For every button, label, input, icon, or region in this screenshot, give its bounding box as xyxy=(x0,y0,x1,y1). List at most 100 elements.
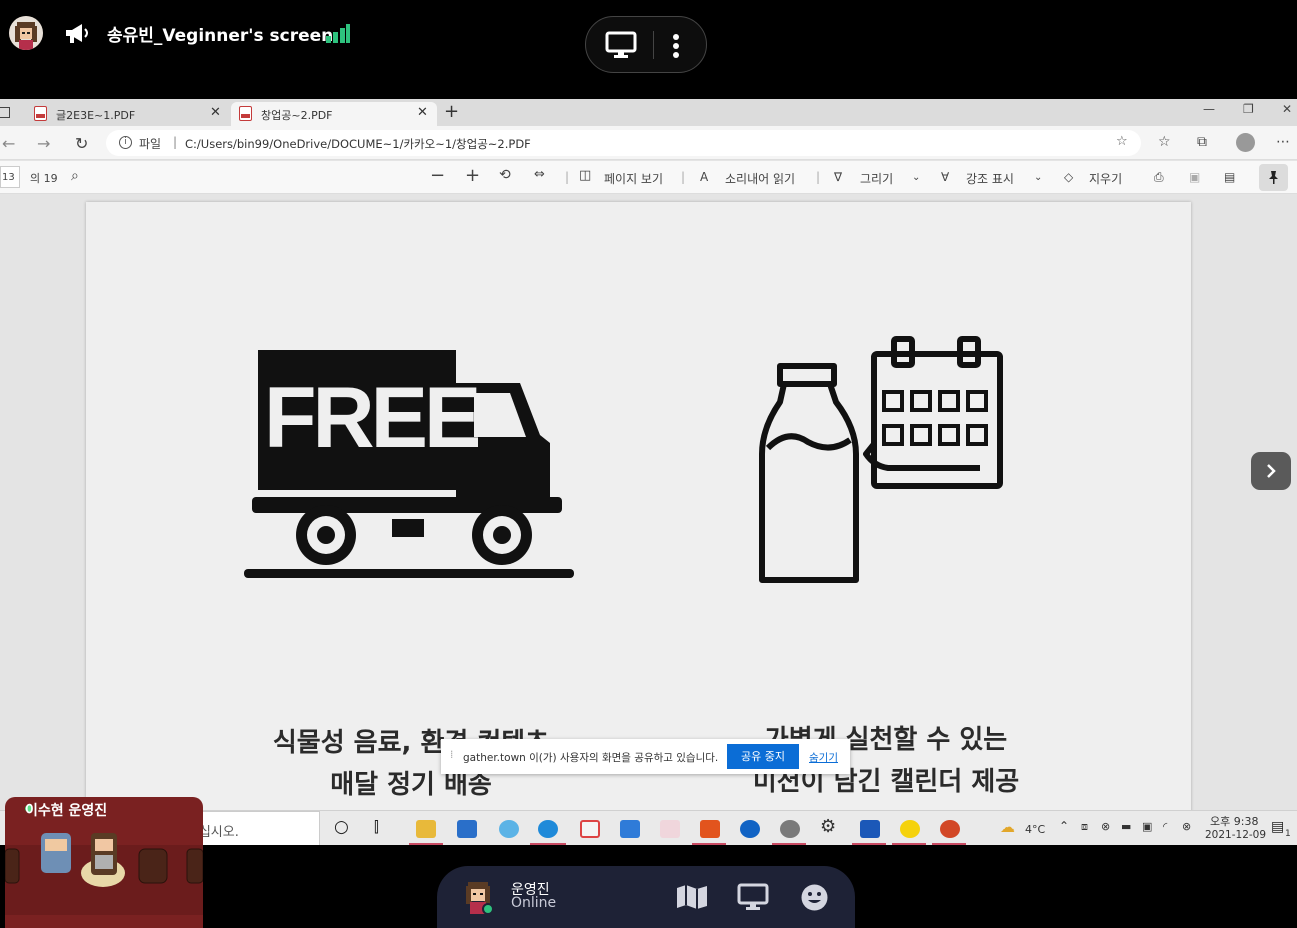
close-tab-icon[interactable]: ✕ xyxy=(417,105,428,120)
notification-icon[interactable]: ▤ xyxy=(1271,819,1284,835)
draw-button[interactable]: 그리기 xyxy=(860,170,893,187)
fit-page-icon[interactable]: ⇔ xyxy=(534,167,545,182)
zoom-app-icon[interactable] xyxy=(740,820,760,838)
active-indicator xyxy=(852,843,886,845)
user-status: Online xyxy=(511,895,557,911)
screen-share-notice: ⁞ gather.town 이(가) 사용자의 화면을 공유하고 있습니다. 공… xyxy=(441,739,850,774)
add-favorite-icon[interactable]: ☆ xyxy=(1116,134,1128,149)
chevron-down-icon[interactable]: ⌄ xyxy=(1034,172,1042,183)
store-icon[interactable] xyxy=(457,820,477,838)
favorites-icon[interactable]: ☆ xyxy=(1158,134,1171,150)
task-view-icon[interactable]: ⫿ xyxy=(374,818,379,836)
map-icon[interactable] xyxy=(676,884,708,910)
new-tab-icon[interactable]: + xyxy=(444,101,459,122)
volume-muted-icon[interactable]: ⊗ xyxy=(1182,820,1191,833)
cortana-icon[interactable]: ○ xyxy=(334,817,349,837)
forward-icon[interactable]: → xyxy=(37,134,50,153)
rotate-icon[interactable]: ⟲ xyxy=(499,167,511,183)
eraser-icon: ◇ xyxy=(1064,170,1074,184)
url-text: C:/Users/bin99/OneDrive/DOCUME~1/카카오~1/창… xyxy=(185,137,531,151)
more-horizontal-icon[interactable]: ⋯ xyxy=(1276,134,1290,150)
info-icon[interactable]: i xyxy=(119,136,132,149)
tab-label: 글2E3E~1.PDF xyxy=(56,109,136,122)
settings-gear-icon[interactable]: ⚙ xyxy=(820,816,836,837)
pdf-file-icon xyxy=(239,106,252,121)
page-view-icon: ◫ xyxy=(579,168,592,183)
wifi-icon[interactable]: ◜ xyxy=(1163,820,1167,833)
minimap-scene xyxy=(5,833,203,915)
save-as-icon[interactable]: ▤ xyxy=(1224,170,1235,184)
bottom-toolbar: 운영진 Online xyxy=(437,866,855,928)
battery-icon[interactable]: ▬ xyxy=(1121,820,1131,833)
refresh-icon[interactable]: ↻ xyxy=(75,134,88,153)
tray-icon[interactable]: ⧈ xyxy=(1081,820,1088,834)
stop-sharing-button[interactable]: 공유 중지 xyxy=(727,744,799,769)
pin-toolbar-button[interactable] xyxy=(1259,164,1288,191)
erase-button[interactable]: 지우기 xyxy=(1089,170,1122,187)
office-icon[interactable] xyxy=(700,820,720,838)
chrome-icon[interactable] xyxy=(780,820,800,838)
drag-handle-icon[interactable]: ⁞ xyxy=(450,749,453,761)
collections-icon[interactable]: ⧉ xyxy=(1197,134,1207,150)
tab-pdf-2[interactable]: 창업공~2.PDF ✕ xyxy=(231,102,437,126)
clock-date[interactable]: 2021-12-09 xyxy=(1205,829,1266,841)
read-aloud-button[interactable]: 소리내어 읽기 xyxy=(725,170,795,187)
paint-icon[interactable] xyxy=(660,820,680,838)
pdf-file-icon xyxy=(34,106,47,121)
tab-pdf-1[interactable]: 글2E3E~1.PDF ✕ xyxy=(34,102,226,126)
profile-icon[interactable] xyxy=(1236,133,1255,152)
tab-label: 창업공~2.PDF xyxy=(261,109,333,122)
chevron-right-icon xyxy=(1267,464,1276,478)
tab-actions-icon[interactable] xyxy=(0,107,10,118)
pin-icon xyxy=(1269,171,1278,184)
snip-tool-icon[interactable] xyxy=(580,820,600,838)
read-aloud-icon: A xyxy=(700,170,709,184)
file-explorer-icon[interactable] xyxy=(416,820,436,838)
kakaotalk-icon[interactable] xyxy=(900,820,920,838)
zoom-in-button[interactable]: + xyxy=(465,165,480,186)
back-icon[interactable]: ← xyxy=(2,134,15,153)
monitor-icon[interactable] xyxy=(605,31,637,59)
toolbar-divider: | xyxy=(816,170,821,184)
highlight-button[interactable]: 강조 표시 xyxy=(966,170,1014,187)
pdf-toolbar: 13 의 19 ⌕ − + ⟲ ⇔ | ◫ 페이지 보기 | A 소리내어 읽기… xyxy=(0,161,1297,194)
edge-browser-icon[interactable] xyxy=(538,820,558,838)
active-indicator xyxy=(530,843,566,845)
address-field[interactable]: i 파일 | C:/Users/bin99/OneDrive/DOCUME~1/… xyxy=(106,130,1141,156)
display-icon[interactable]: ▣ xyxy=(1142,820,1152,833)
minimap-panel[interactable]: 이수현 운영진 xyxy=(5,797,203,928)
next-page-button[interactable] xyxy=(1251,452,1291,490)
active-indicator xyxy=(409,843,443,845)
separator: | xyxy=(173,135,178,149)
search-icon[interactable]: ⌕ xyxy=(71,168,79,184)
emoji-icon[interactable] xyxy=(801,884,828,911)
word-icon[interactable] xyxy=(860,820,880,838)
weather-icon[interactable]: ☁ xyxy=(1000,818,1015,836)
powerpoint-icon[interactable] xyxy=(940,820,960,838)
hide-notice-link[interactable]: 숨기기 xyxy=(809,750,838,765)
mail-icon[interactable] xyxy=(620,820,640,838)
close-window-icon[interactable]: ✕ xyxy=(1282,102,1292,116)
maximize-icon[interactable]: ❐ xyxy=(1243,102,1254,116)
zoom-out-button[interactable]: − xyxy=(430,165,445,186)
truck-free-text: FREE xyxy=(264,370,478,466)
tray-icon[interactable]: ⊗ xyxy=(1101,820,1110,833)
page-number-input[interactable]: 13 xyxy=(0,166,20,188)
page-view-button[interactable]: 페이지 보기 xyxy=(604,170,663,187)
internet-explorer-icon[interactable] xyxy=(499,820,519,838)
page-total: 의 19 xyxy=(30,172,58,185)
presenter-screen-label: 송유빈_Veginner's screen xyxy=(107,26,334,46)
clock-time[interactable]: 오후 9:38 xyxy=(1210,813,1258,829)
close-tab-icon[interactable]: ✕ xyxy=(210,105,221,120)
minimize-icon[interactable]: — xyxy=(1203,102,1215,116)
screen-share-icon[interactable] xyxy=(737,883,769,911)
milk-bottle-calendar-icon xyxy=(759,336,1003,583)
user-avatar[interactable] xyxy=(461,880,495,916)
print-icon[interactable]: ⎙ xyxy=(1154,170,1164,185)
chevron-up-icon[interactable]: ⌃ xyxy=(1059,819,1069,833)
presenter-avatar[interactable] xyxy=(9,16,43,50)
screen-share-controls xyxy=(585,16,707,73)
more-vertical-icon[interactable] xyxy=(672,33,680,59)
chevron-down-icon[interactable]: ⌄ xyxy=(912,172,920,183)
save-icon[interactable]: ▣ xyxy=(1189,170,1200,184)
